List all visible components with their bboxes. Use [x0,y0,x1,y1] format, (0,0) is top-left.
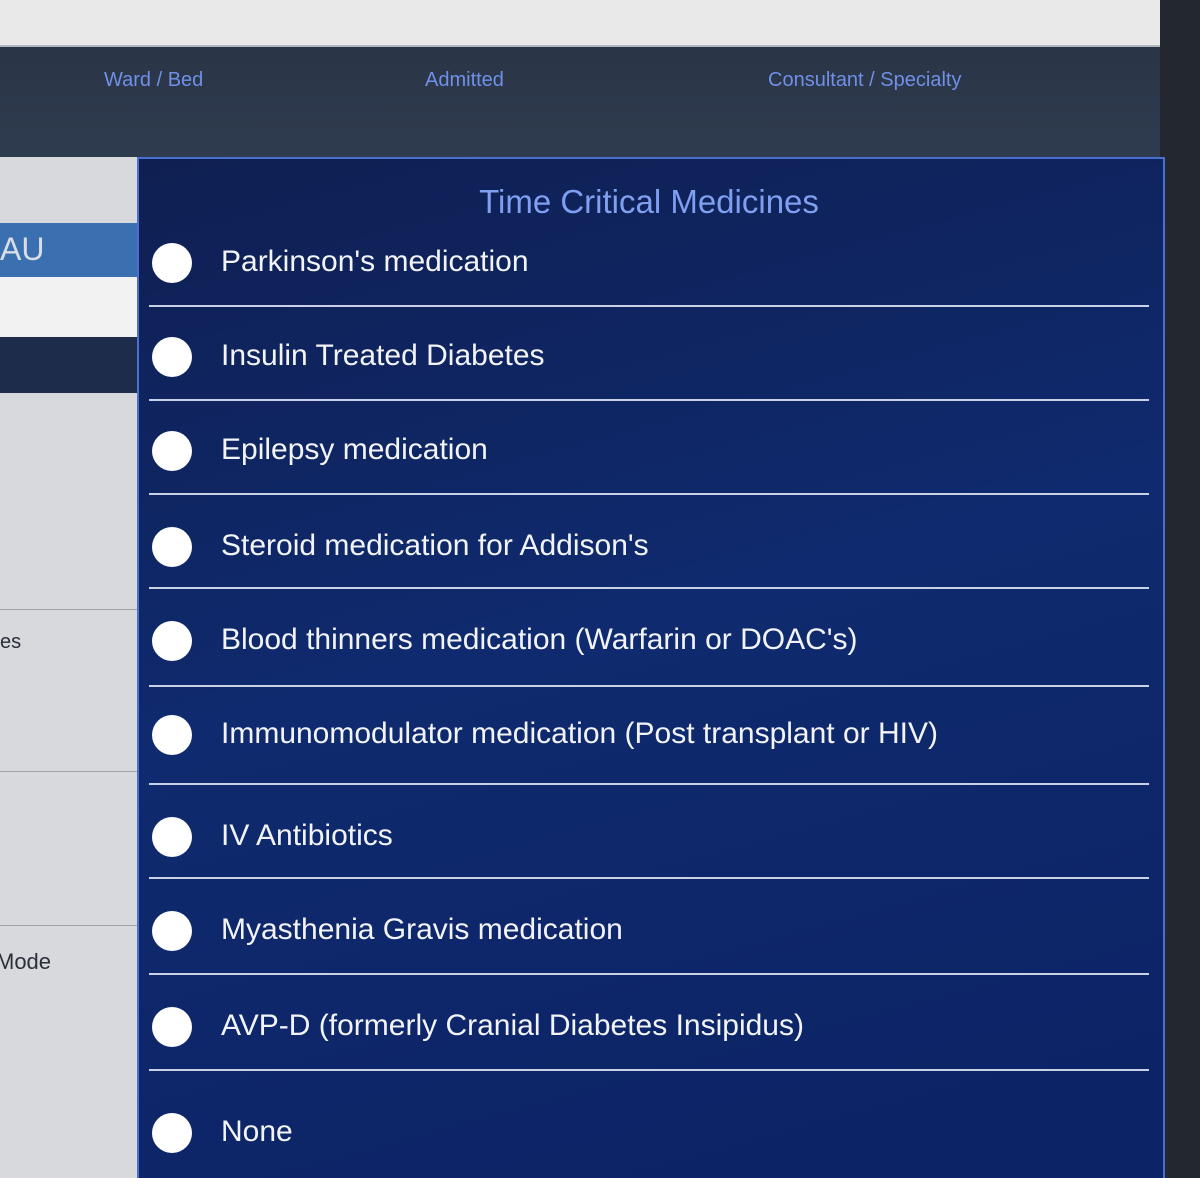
background-row [0,277,140,337]
radio-button[interactable] [152,337,192,377]
background-divider [0,771,140,772]
option-label: Epilepsy medication [221,433,488,466]
radio-button[interactable] [152,715,192,755]
option-myasthenia-gravis[interactable]: Myasthenia Gravis medication [149,887,1149,977]
time-critical-medicines-dialog: Time Critical Medicines Parkinson's medi… [137,157,1165,1178]
option-avp-d[interactable]: AVP-D (formerly Cranial Diabetes Insipid… [149,983,1149,1073]
radio-button[interactable] [152,1113,192,1153]
option-divider [149,685,1149,687]
radio-button[interactable] [152,817,192,857]
column-ward-bed[interactable]: Ward / Bed [104,69,203,92]
background-divider [0,609,140,610]
option-steroid-addisons[interactable]: Steroid medication for Addison's [149,503,1149,593]
option-divider [149,305,1149,307]
background-fragment-mode: Mode [0,949,52,974]
option-label: Myasthenia Gravis medication [221,913,623,946]
radio-button[interactable] [152,621,192,661]
option-label: Parkinson's medication [221,245,529,278]
background-divider [0,925,140,926]
screen: Ward / Bed Admitted Consultant / Special… [0,0,1200,1178]
option-insulin-diabetes[interactable]: Insulin Treated Diabetes [149,313,1149,403]
dialog-title: Time Critical Medicines [479,183,819,220]
option-label: Insulin Treated Diabetes [221,339,545,372]
option-divider [149,587,1149,589]
option-divider [149,877,1149,879]
option-divider [149,493,1149,495]
top-nav [0,0,1165,47]
option-divider [149,1069,1149,1071]
column-header-row: Ward / Bed Admitted Consultant / Special… [0,47,1160,157]
option-parkinsons[interactable]: Parkinson's medication [149,219,1149,309]
option-label: None [221,1115,293,1148]
option-divider [149,973,1149,975]
radio-button[interactable] [152,431,192,471]
column-admitted[interactable]: Admitted [425,69,504,92]
option-label: IV Antibiotics [221,819,393,852]
background-row-dark [0,337,140,393]
option-none[interactable]: None [149,1089,1149,1178]
option-iv-antibiotics[interactable]: IV Antibiotics [149,793,1149,883]
option-label: Steroid medication for Addison's [221,529,649,562]
radio-button[interactable] [152,1007,192,1047]
radio-button[interactable] [152,243,192,283]
background-fragment-es: es [0,631,22,653]
radio-button[interactable] [152,911,192,951]
device-bezel [1160,0,1200,1178]
option-immunomodulator[interactable]: Immunomodulator medication (Post transpl… [149,691,1149,781]
background-fragment-au: AU [0,231,45,267]
option-label: AVP-D (formerly Cranial Diabetes Insipid… [221,1009,804,1042]
option-blood-thinners[interactable]: Blood thinners medication (Warfarin or D… [149,597,1149,687]
option-label: Immunomodulator medication (Post transpl… [221,717,938,750]
option-divider [149,399,1149,401]
column-consultant-specialty[interactable]: Consultant / Specialty [768,69,961,92]
option-label: Blood thinners medication (Warfarin or D… [221,623,858,656]
radio-button[interactable] [152,527,192,567]
option-divider [149,783,1149,785]
background-patient-list: AU es Mode [0,157,140,1178]
option-epilepsy[interactable]: Epilepsy medication [149,407,1149,497]
